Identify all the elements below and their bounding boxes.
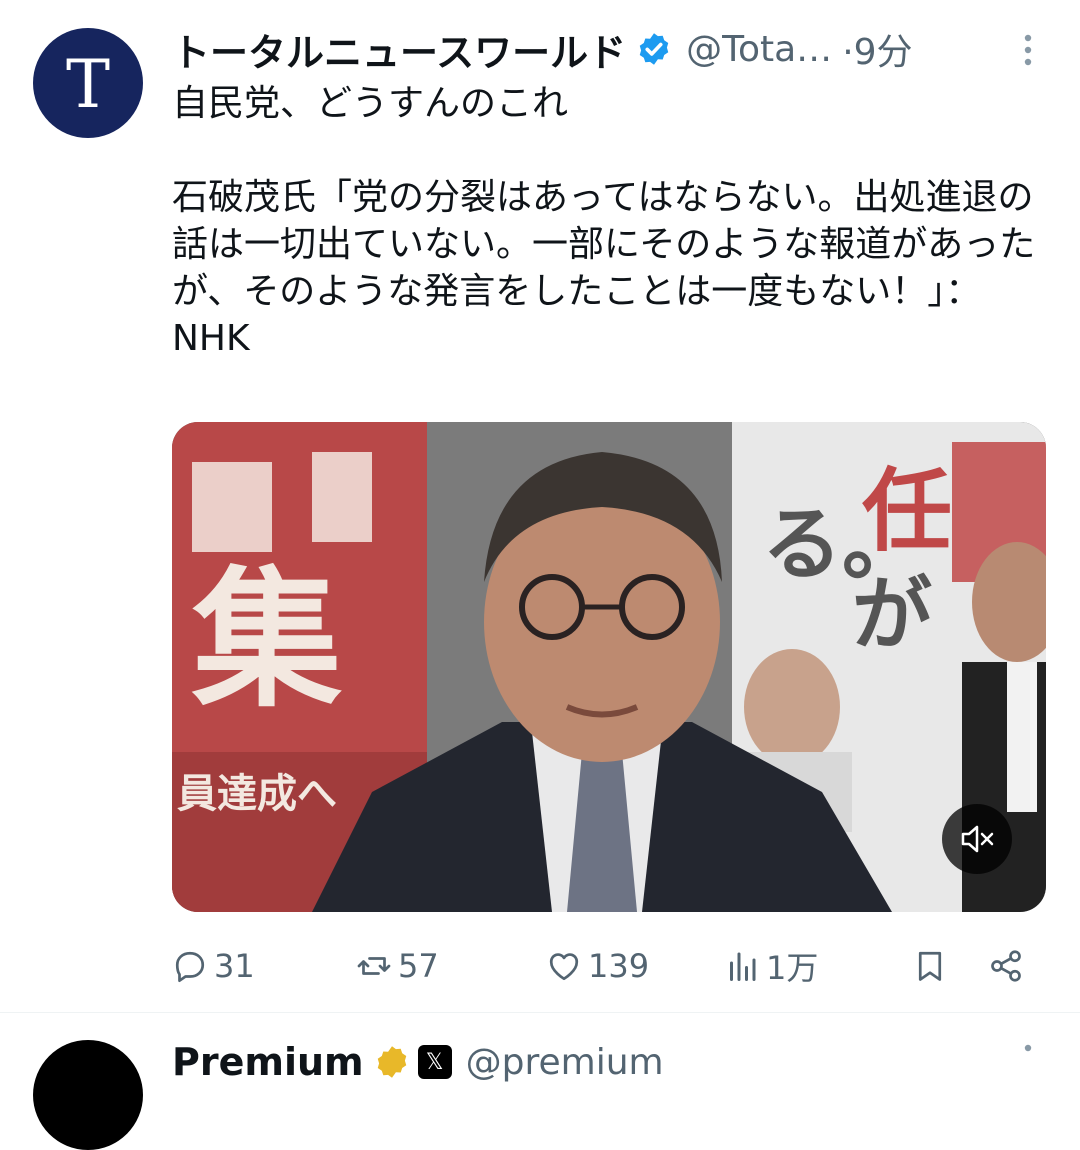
poster-char-left: 集 xyxy=(191,554,342,728)
view-count: 1万 xyxy=(766,949,819,987)
like-count: 139 xyxy=(588,947,650,985)
next-tweet-header: Premium 𝕏 @premium xyxy=(172,1032,664,1092)
share-icon xyxy=(991,950,1021,982)
repost-button[interactable]: 57 xyxy=(356,940,439,992)
tweet-divider xyxy=(0,1012,1080,1013)
more-options-icon[interactable] xyxy=(1016,30,1040,70)
video-frame: 集 員達成へ る。 任 が xyxy=(172,422,1046,912)
poster-text-left: 員達成へ xyxy=(177,771,337,817)
verified-badge-icon xyxy=(639,33,669,65)
bookmark-button[interactable] xyxy=(912,940,948,992)
share-button[interactable] xyxy=(988,940,1024,992)
repost-icon xyxy=(357,957,391,975)
like-button[interactable]: 139 xyxy=(546,940,649,992)
author-avatar[interactable]: T xyxy=(33,28,143,138)
reply-button[interactable]: 31 xyxy=(172,940,255,992)
avatar-letter: T xyxy=(65,46,111,123)
speaker-muted-icon xyxy=(961,825,994,853)
next-author-name[interactable]: Premium xyxy=(172,1040,364,1084)
mute-button[interactable] xyxy=(942,804,1012,874)
views-button[interactable]: 1万 xyxy=(724,940,818,992)
next-author-handle[interactable]: @premium xyxy=(466,1042,664,1083)
tweet-time[interactable]: ·9分 xyxy=(842,23,912,75)
author-name[interactable]: トータルニュースワールド xyxy=(172,22,626,77)
tweet-header: トータルニュースワールド @Tota… ·9分 xyxy=(172,22,1062,76)
tweet-actions: 31 57 139 1万 xyxy=(172,940,1032,992)
poster-char-right-3: が xyxy=(852,568,932,661)
reply-count: 31 xyxy=(214,947,255,985)
tweet-video[interactable]: 集 員達成へ る。 任 が xyxy=(172,422,1046,912)
tweet-text: 自民党、どうすんのこれ 石破茂氏「党の分裂はあってはならない。出処進退の話は一切… xyxy=(172,83,1036,359)
gold-verified-badge-icon xyxy=(377,1046,406,1078)
next-author-avatar[interactable] xyxy=(33,1040,143,1150)
bookmark-icon xyxy=(918,951,942,981)
poster-char-right-2: 任 xyxy=(862,459,952,564)
author-handle[interactable]: @Tota… xyxy=(686,29,832,70)
next-more-options-icon[interactable] xyxy=(1016,1040,1040,1080)
repost-count: 57 xyxy=(398,947,439,985)
x-logo-icon: 𝕏 xyxy=(417,1045,452,1079)
heart-icon xyxy=(549,953,579,981)
reply-icon xyxy=(175,951,205,983)
views-chart-icon xyxy=(730,952,756,981)
